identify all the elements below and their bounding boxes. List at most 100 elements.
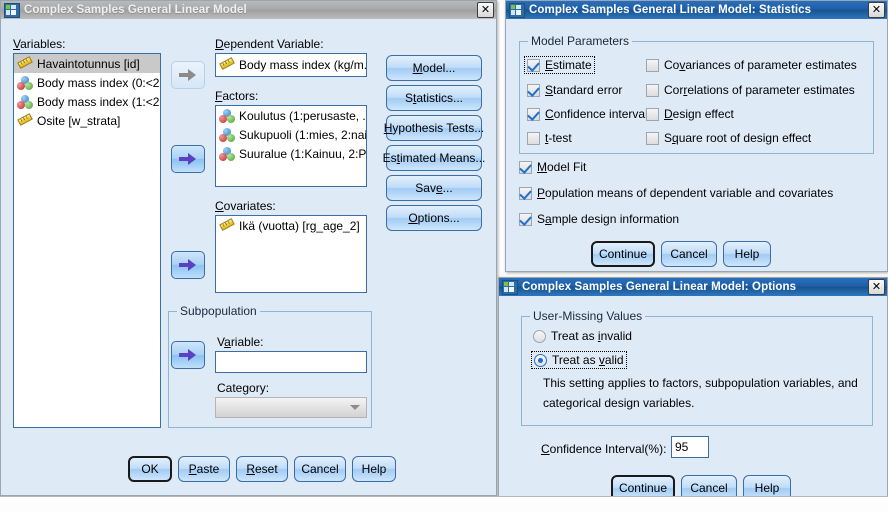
radio-icon	[534, 353, 547, 367]
options-button[interactable]: Options...	[386, 205, 482, 231]
subpopulation-category-label: Category:	[217, 381, 270, 395]
cancel-button[interactable]: Cancel	[661, 241, 717, 267]
nominal-icon	[17, 94, 33, 109]
checkbox-model-fit[interactable]: Model Fit	[519, 160, 586, 174]
move-to-dependent-arrow-button[interactable]	[171, 61, 205, 89]
subpopulation-variable-input[interactable]	[215, 351, 367, 373]
checkbox-standard-error[interactable]: Standard error	[527, 83, 622, 97]
options-note-line2: categorical design variables.	[543, 396, 695, 410]
checkbox-estimate[interactable]: Estimate	[524, 56, 595, 74]
list-item[interactable]: Koulutus (1:perusaste, ...	[216, 106, 366, 125]
list-item[interactable]: Body mass index (kg/m...	[216, 54, 366, 76]
checkbox-label: Standard error	[545, 83, 623, 97]
statistics-button[interactable]: Statistics...	[386, 85, 482, 111]
checkbox-correlations-of-parameter-estimates[interactable]: Correlations of parameter estimates	[646, 83, 855, 97]
main-dialog-title: Complex Samples General Linear Model	[24, 4, 247, 16]
list-item[interactable]: Osite [w_strata]	[14, 111, 160, 130]
continue-button-label: Continue	[598, 247, 648, 261]
ok-button-label: OK	[141, 462, 159, 476]
nominal-icon	[219, 146, 235, 161]
subpopulation-group-label: Subpopulation	[177, 304, 260, 318]
close-icon[interactable]: ✕	[477, 2, 494, 18]
list-item[interactable]: Havaintotunnus [id]	[14, 54, 160, 73]
checkbox-label: Population means of dependent variable a…	[537, 186, 834, 200]
checkbox-label: Estimate	[545, 58, 592, 72]
checkbox-sample-design-information[interactable]: Sample design information	[519, 212, 679, 226]
checkbox-covariances-of-parameter-estimates[interactable]: Covariances of parameter estimates	[646, 58, 857, 72]
checkbox-icon	[646, 131, 659, 145]
statistics-dialog-titlebar[interactable]: Complex Samples General Linear Model: St…	[506, 1, 887, 19]
checkbox-label: Sample design information	[537, 212, 680, 226]
dependent-variable-label: Dependent Variable:	[215, 37, 324, 51]
move-to-factors-arrow-button[interactable]	[171, 145, 205, 173]
cancel-button[interactable]: Cancel	[294, 456, 346, 482]
radio-treat-as-invalid[interactable]: Treat as invalid	[533, 329, 632, 343]
continue-button-label: Continue	[618, 481, 668, 495]
move-to-covariates-arrow-button[interactable]	[171, 251, 205, 279]
list-item-label: Osite [w_strata]	[37, 113, 121, 128]
arrow-right-icon	[179, 153, 196, 165]
help-button[interactable]: Help	[723, 241, 771, 267]
list-item-label: Havaintotunnus [id]	[37, 56, 140, 71]
radio-icon	[533, 329, 546, 343]
help-button-label: Help	[361, 462, 387, 476]
spss-app-icon	[4, 2, 20, 18]
radio-treat-as-valid[interactable]: Treat as valid	[531, 351, 627, 369]
close-icon[interactable]: ✕	[868, 2, 885, 18]
list-item[interactable]: Body mass index (0:<2...	[14, 73, 160, 92]
checkbox-icon	[519, 160, 532, 174]
scale-ruler-icon	[219, 57, 235, 72]
continue-button[interactable]: Continue	[591, 241, 655, 267]
model-button[interactable]: Model...	[386, 55, 482, 81]
statistics-button-label: Statistics...	[404, 91, 464, 105]
checkbox-icon	[527, 131, 540, 145]
list-item[interactable]: Sukupuoli (1:mies, 2:nai...	[216, 125, 366, 144]
checkbox-icon	[527, 58, 540, 72]
paste-button[interactable]: Paste	[178, 456, 230, 482]
variables-listbox[interactable]: Havaintotunnus [id] Body mass index (0:<…	[13, 53, 161, 428]
statistics-dialog-window: Complex Samples General Linear Model: St…	[505, 0, 888, 272]
arrow-right-icon	[179, 69, 196, 81]
dependent-variable-box[interactable]: Body mass index (kg/m...	[215, 53, 367, 77]
checkbox-population-means[interactable]: Population means of dependent variable a…	[519, 186, 833, 200]
ok-button[interactable]: OK	[128, 456, 172, 482]
help-button[interactable]: Help	[352, 456, 396, 482]
close-icon[interactable]: ✕	[868, 279, 885, 295]
checkbox-confidence-interval[interactable]: Confidence interval	[527, 107, 648, 121]
list-item[interactable]: Ikä (vuotta) [rg_age_2]	[216, 216, 366, 235]
checkbox-label: Covariances of parameter estimates	[664, 58, 857, 72]
save-button[interactable]: Save...	[386, 175, 482, 201]
checkbox-icon	[646, 83, 659, 97]
checkbox-icon	[527, 107, 540, 121]
checkbox-icon	[646, 58, 659, 72]
estimated-means-button[interactable]: Estimated Means...	[383, 145, 485, 171]
checkbox-design-effect[interactable]: Design effect	[646, 107, 734, 121]
options-note-line1: This setting applies to factors, subpopu…	[543, 376, 858, 390]
main-dialog-titlebar[interactable]: Complex Samples General Linear Model ✕	[1, 1, 496, 19]
options-dialog-titlebar[interactable]: Complex Samples General Linear Model: Op…	[499, 278, 887, 296]
list-item-label: Suuralue (1:Kainuu, 2:P...	[239, 146, 367, 161]
radio-label: Treat as valid	[552, 353, 624, 367]
list-item[interactable]: Body mass index (1:<2...	[14, 92, 160, 111]
user-missing-values-group-label: User-Missing Values	[530, 309, 646, 323]
reset-button[interactable]: Reset	[236, 456, 288, 482]
main-dialog-window: Complex Samples General Linear Model ✕ V…	[0, 0, 497, 496]
list-item-label: Sukupuoli (1:mies, 2:nai...	[239, 127, 367, 142]
hypothesis-tests-button[interactable]: Hypothesis Tests...	[384, 115, 484, 141]
spss-app-icon	[509, 2, 525, 18]
scale-ruler-icon	[219, 217, 235, 233]
checkbox-t-test[interactable]: t-test	[527, 131, 572, 145]
confidence-interval-value: 95	[675, 440, 689, 454]
checkbox-square-root-of-design-effect[interactable]: Square root of design effect	[646, 131, 811, 145]
factors-listbox[interactable]: Koulutus (1:perusaste, ... Sukupuoli (1:…	[215, 105, 367, 187]
confidence-interval-label: Confidence Interval(%):	[541, 442, 667, 456]
covariates-listbox[interactable]: Ikä (vuotta) [rg_age_2]	[215, 215, 367, 293]
list-item[interactable]: Suuralue (1:Kainuu, 2:P...	[216, 144, 366, 163]
subpopulation-category-select[interactable]	[215, 397, 367, 418]
checkbox-label: Design effect	[664, 107, 734, 121]
confidence-interval-input[interactable]: 95	[671, 436, 709, 458]
checkbox-icon	[519, 212, 532, 226]
statistics-dialog-title: Complex Samples General Linear Model: St…	[529, 4, 812, 16]
desktop-background-strip	[0, 496, 888, 512]
model-button-label: Model...	[412, 61, 456, 75]
